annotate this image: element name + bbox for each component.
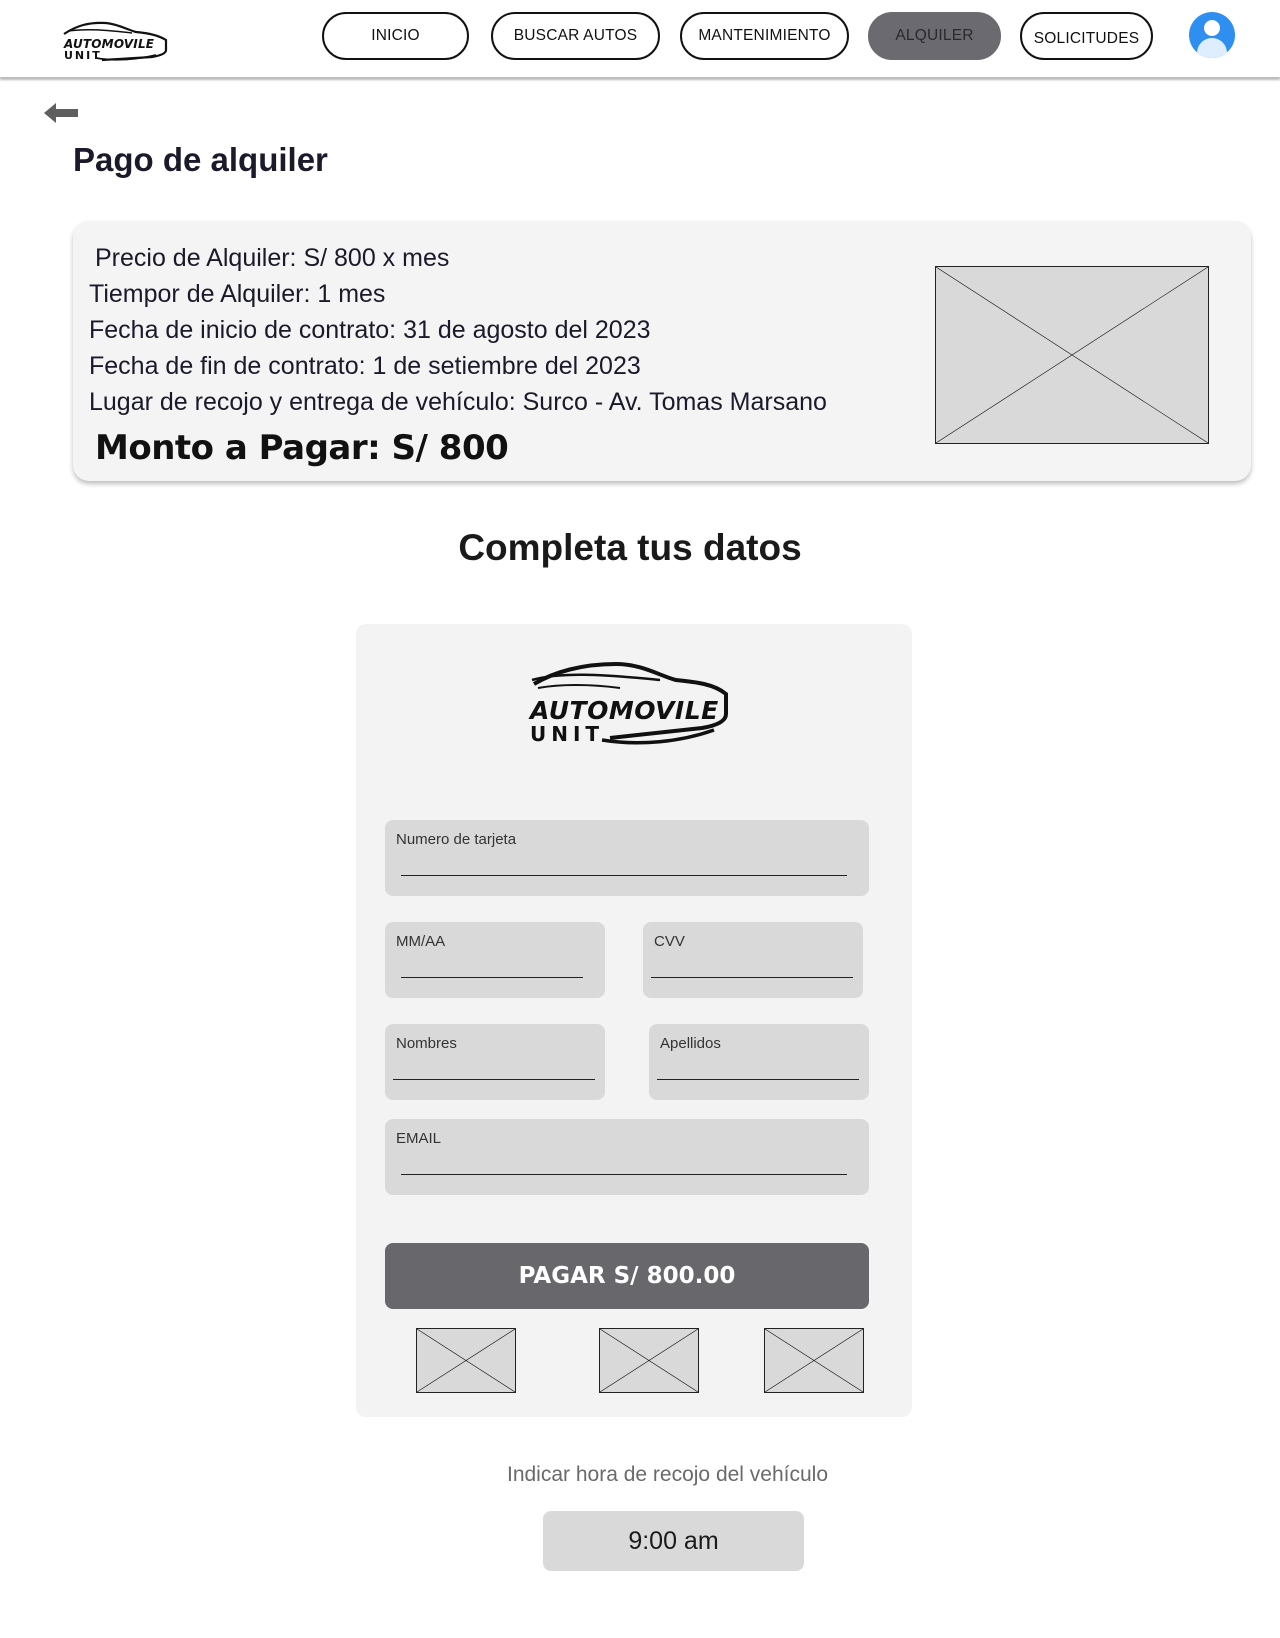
payment-method-icon[interactable] [599,1328,699,1393]
summary-price-line: Precio de Alquiler: S/ 800 x mes [95,244,450,272]
nav-inicio-button[interactable]: INICIO [322,12,469,60]
last-name-label: Apellidos [660,1035,721,1052]
first-name-input[interactable] [393,1056,595,1080]
page-title: Pago de alquiler [73,141,328,178]
top-navigation-bar: AUTOMOVILE UNIT INICIO BUSCAR AUTOS MANT… [0,0,1280,78]
rental-summary-card: Precio de Alquiler: S/ 800 x mes Tiempor… [73,221,1251,481]
first-name-label: Nombres [396,1035,457,1052]
nav-solicitudes-button[interactable]: SOLICITUDES [1020,12,1153,60]
pay-button[interactable]: PAGAR S/ 800.00 [385,1243,869,1309]
user-avatar-icon[interactable] [1189,12,1235,58]
pickup-time-label: Indicar hora de recojo del vehículo [506,1463,829,1486]
email-label: EMAIL [396,1130,442,1147]
summary-location-line: Lugar de recojo y entrega de vehículo: S… [89,388,827,416]
summary-start-date-line: Fecha de inicio de contrato: 31 de agost… [89,316,651,344]
summary-end-date-line: Fecha de fin de contrato: 1 de setiembre… [89,352,641,380]
automovile-unit-logo[interactable]: AUTOMOVILE UNIT [62,20,168,64]
expiry-label: MM/AA [396,933,446,950]
summary-duration-line: Tiempor de Alquiler: 1 mes [89,280,386,308]
card-number-input[interactable] [401,852,847,876]
logo-text-line1: AUTOMOVILE [530,696,719,725]
payment-form-card: AUTOMOVILE UNIT Numero de tarjeta MM/AA … [356,624,912,1417]
automovile-unit-logo-large: AUTOMOVILE UNIT [530,658,730,746]
section-title: Completa tus datos [458,527,802,568]
amount-to-pay: Monto a Pagar: S/ 800 [95,428,509,468]
nav-mantenimiento-button[interactable]: MANTENIMIENTO [680,12,849,60]
nav-alquiler-button[interactable]: ALQUILER [868,12,1001,60]
email-field: EMAIL [385,1119,869,1195]
image-placeholder-icon [935,266,1209,444]
nav-buscar-autos-button[interactable]: BUSCAR AUTOS [491,12,660,60]
card-number-label: Numero de tarjeta [396,831,517,848]
payment-method-icon[interactable] [764,1328,864,1393]
email-input[interactable] [401,1151,847,1175]
last-name-input[interactable] [657,1056,859,1080]
logo-text-line2: UNIT [530,722,605,746]
logo-text-line2: UNIT [64,49,102,62]
expiry-input[interactable] [401,954,583,978]
first-name-field: Nombres [385,1024,605,1100]
expiry-field: MM/AA [385,922,605,998]
cvv-field: CVV [643,922,863,998]
payment-method-icon[interactable] [416,1328,516,1393]
cvv-label: CVV [654,933,685,950]
pickup-time-selector[interactable]: 9:00 am [543,1511,804,1571]
cvv-input[interactable] [651,954,853,978]
arrow-left-icon[interactable] [42,100,82,126]
card-number-field: Numero de tarjeta [385,820,869,896]
last-name-field: Apellidos [649,1024,869,1100]
